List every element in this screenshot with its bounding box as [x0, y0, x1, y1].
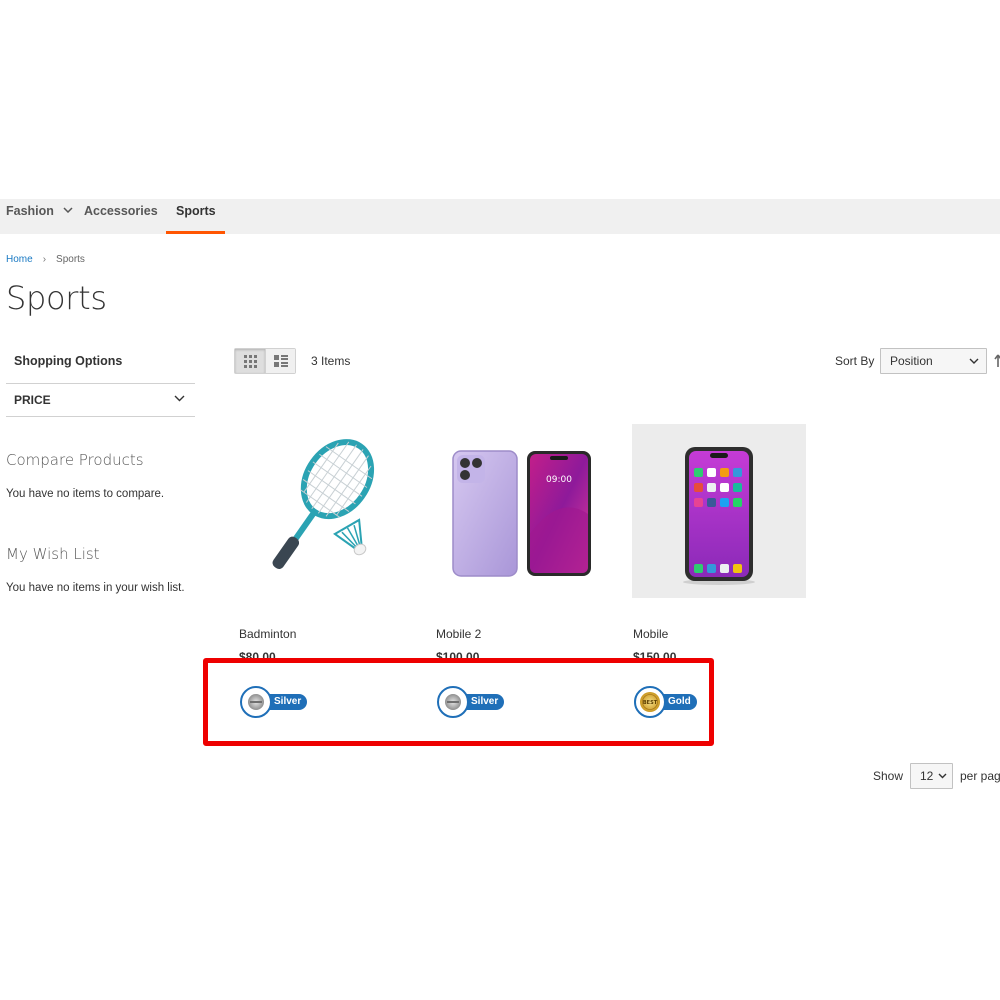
chevron-down-icon: [174, 395, 185, 402]
chevron-down-icon: [938, 773, 947, 779]
sort-by-value: Position: [890, 354, 933, 368]
wishlist-title: My Wish List: [6, 545, 100, 563]
silver-medal-icon: [437, 686, 469, 718]
nav-item-label: Fashion: [6, 204, 54, 218]
product-image-mobile-2[interactable]: 09:00: [435, 424, 609, 598]
wishlist-text: You have no items in your wish list.: [6, 582, 185, 594]
product-image-mobile[interactable]: [632, 424, 806, 598]
product-price: $150.00: [633, 650, 677, 664]
svg-text:BEST: BEST: [643, 700, 658, 706]
silver-medal-icon: [240, 686, 272, 718]
product-price: $80.00: [239, 650, 276, 664]
top-navigation: Fashion Accessories Sports: [0, 199, 1000, 234]
breadcrumb-home-link[interactable]: Home: [6, 254, 33, 265]
toolbar-amount: 3 Items: [311, 354, 351, 368]
breadcrumb: Home › Sports: [6, 254, 85, 265]
show-label: Show: [873, 769, 904, 783]
smartphone-image: [683, 447, 755, 585]
limiter-select[interactable]: 12: [910, 763, 953, 789]
breadcrumb-current: Sports: [56, 254, 85, 265]
price-filter[interactable]: PRICE: [6, 383, 195, 417]
product-name-link[interactable]: Mobile 2: [436, 627, 481, 641]
nav-item-accessories[interactable]: Accessories: [84, 199, 158, 234]
nav-item-sports[interactable]: Sports: [166, 199, 225, 234]
compare-products-text: You have no items to compare.: [6, 488, 165, 500]
product-image-badminton[interactable]: [238, 424, 412, 598]
chevron-down-icon: [63, 207, 73, 214]
nav-item-fashion[interactable]: Fashion: [6, 199, 73, 234]
view-mode-switcher: [234, 348, 296, 374]
per-page-label: per page: [960, 769, 1000, 783]
sort-direction-arrow-icon[interactable]: [994, 354, 1000, 368]
product-name-link[interactable]: Badminton: [239, 627, 296, 641]
sort-by-select[interactable]: Position: [880, 348, 987, 374]
nav-item-label: Accessories: [84, 204, 158, 218]
grid-icon: [243, 354, 257, 368]
list-view-button[interactable]: [265, 349, 295, 373]
product-name-link[interactable]: Mobile: [633, 627, 668, 641]
chevron-down-icon: [969, 358, 979, 364]
breadcrumb-separator-icon: ›: [42, 254, 47, 265]
purple-phones-image: 09:00: [452, 450, 591, 577]
compare-products-title: Compare Products: [6, 451, 144, 469]
list-icon: [273, 355, 288, 367]
nav-item-label: Sports: [176, 204, 216, 218]
price-filter-label: PRICE: [14, 393, 51, 407]
gold-medal-icon: BEST: [634, 686, 666, 718]
sort-by-label: Sort By: [835, 354, 875, 368]
badminton-racket-image: [272, 439, 375, 570]
svg-text:09:00: 09:00: [546, 475, 572, 485]
limiter-value: 12: [920, 769, 934, 783]
grid-view-button[interactable]: [235, 349, 265, 373]
shopping-options-title: Shopping Options: [14, 354, 123, 368]
page-title: Sports: [6, 279, 107, 317]
product-price: $100.00: [436, 650, 480, 664]
